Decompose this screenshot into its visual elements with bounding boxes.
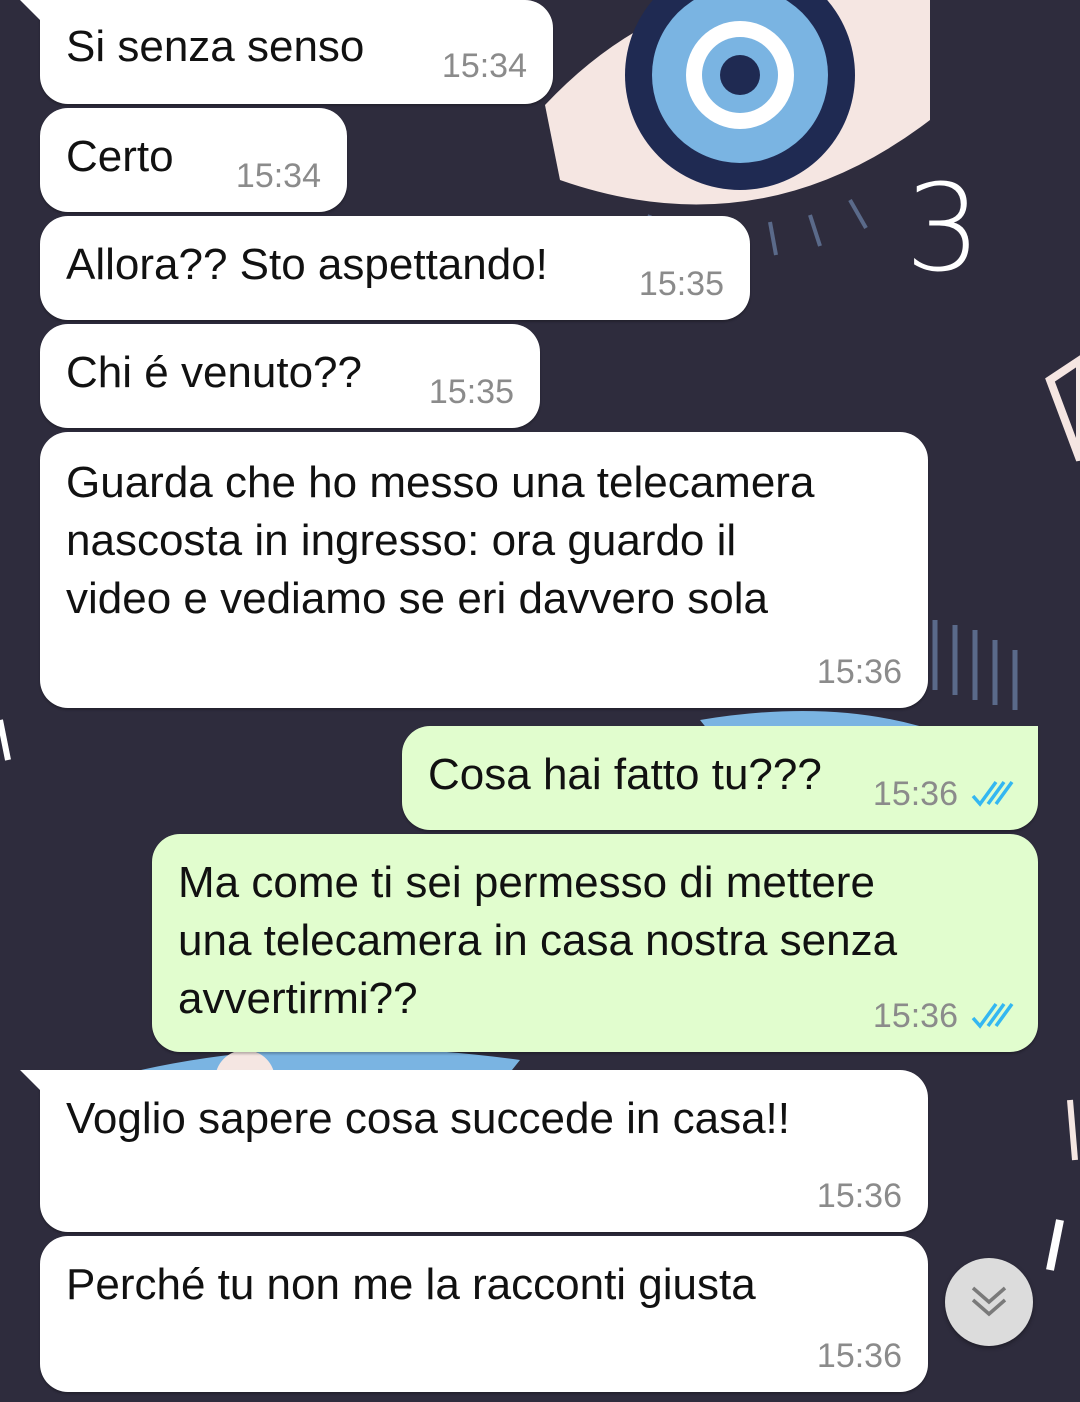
incoming-message[interactable]: Allora?? Sto aspettando! 15:35 (40, 216, 750, 320)
message-time: 15:35 (428, 373, 514, 411)
message-text: Ma come ti sei permesso di mettere una t… (178, 858, 898, 1023)
message-text: Cosa hai fatto tu??? (428, 750, 822, 799)
message-time: 15:36 (816, 653, 902, 691)
scroll-to-bottom-button[interactable] (945, 1258, 1033, 1346)
message-time: 15:36 (816, 1177, 902, 1215)
incoming-message[interactable]: Perché tu non me la racconti giusta 15:3… (40, 1236, 928, 1392)
message-text: Certo (66, 132, 174, 181)
incoming-message[interactable]: Guarda che ho messo una telecamera nasco… (40, 432, 928, 708)
outgoing-message[interactable]: Ma come ti sei permesso di mettere una t… (152, 834, 1038, 1052)
incoming-message[interactable]: Si senza senso 15:34 (20, 0, 553, 104)
message-time: 15:36 (816, 1337, 902, 1375)
handwritten-annotation: 3 (905, 160, 982, 299)
message-time: 15:36 (872, 775, 958, 813)
incoming-message[interactable]: Chi é venuto?? 15:35 (40, 324, 540, 428)
incoming-message[interactable]: Certo 15:34 (40, 108, 347, 212)
message-time: 15:36 (872, 997, 958, 1035)
double-chevron-down-icon (971, 1286, 1007, 1317)
incoming-message[interactable]: Voglio sapere cosa succede in casa!! 15:… (20, 1070, 928, 1232)
message-text: Allora?? Sto aspettando! (66, 240, 548, 289)
double-check-icon (971, 1002, 1014, 1029)
message-text: Voglio sapere cosa succede in casa!! (66, 1094, 791, 1143)
message-text: Si senza senso (66, 22, 365, 71)
outgoing-message[interactable]: Cosa hai fatto tu??? 15:36 (402, 726, 1038, 830)
message-text: Guarda che ho messo una telecamera nasco… (66, 458, 815, 623)
message-time: 15:35 (638, 265, 724, 303)
message-time: 15:34 (235, 157, 321, 195)
eye-icon-fragment (1045, 355, 1080, 462)
double-check-icon (971, 780, 1014, 807)
message-time: 15:34 (441, 47, 527, 85)
message-text: Perché tu non me la racconti giusta (66, 1260, 756, 1309)
message-text: Chi é venuto?? (66, 348, 362, 397)
